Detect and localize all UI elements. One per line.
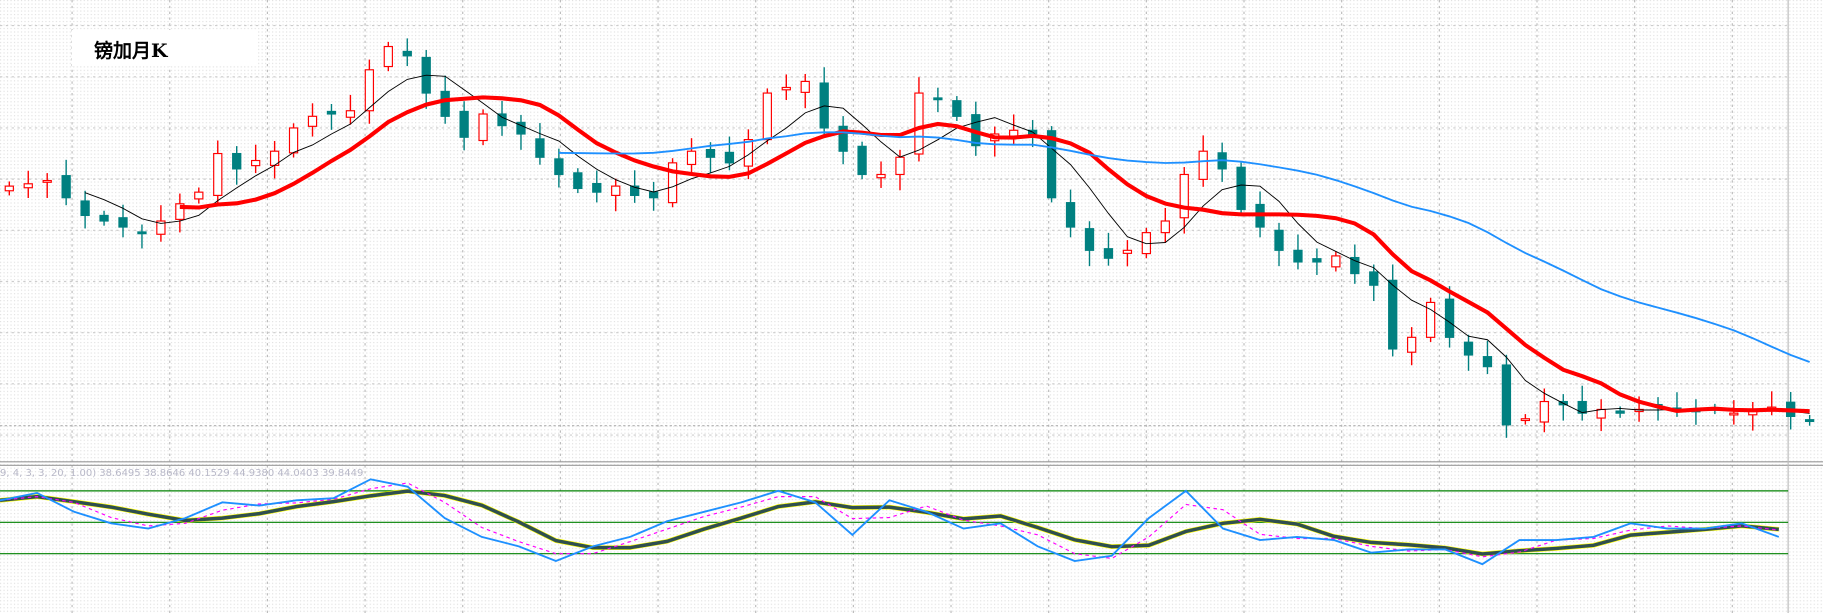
candle-down: [1065, 202, 1076, 228]
candle-up: [1122, 249, 1133, 254]
candle-up: [1596, 408, 1606, 419]
candle-down: [1482, 356, 1493, 368]
candle-up: [686, 150, 697, 166]
candle-down: [648, 191, 659, 199]
candle-up: [762, 92, 772, 141]
candle-down: [1103, 248, 1114, 259]
candle-down: [1369, 271, 1379, 286]
candle-down: [933, 97, 943, 101]
candle-down: [440, 90, 450, 117]
candle-up: [1539, 400, 1549, 423]
candle-down: [326, 110, 337, 115]
candle-up: [345, 110, 356, 118]
candle-down: [497, 113, 507, 127]
candle-down: [1463, 341, 1474, 356]
candle-down: [1444, 298, 1455, 338]
candle-down: [535, 138, 545, 158]
chart-title: 镑加月K: [94, 40, 168, 62]
candle-down: [1084, 228, 1095, 251]
candle-up: [288, 127, 299, 154]
candle-down: [118, 217, 128, 228]
chart-window: 镑加月K 9, 4, 3, 3, 20, 1.00) 38.6495 38.86…: [0, 0, 1823, 613]
candle-up: [1407, 336, 1417, 353]
candle-up: [1179, 173, 1189, 219]
candle-up: [4, 185, 14, 192]
candle-down: [80, 200, 90, 217]
candle-up: [800, 80, 810, 93]
candle-up: [1160, 220, 1170, 234]
indicator-label: 9, 4, 3, 3, 20, 1.00) 38.6495 38.8646 40…: [0, 468, 364, 479]
candle-up: [1331, 255, 1341, 268]
candle-down: [459, 110, 469, 138]
candle-down: [1236, 166, 1246, 210]
candle-down: [402, 50, 412, 57]
candle-down: [857, 145, 867, 176]
candle-down: [1388, 279, 1398, 350]
candle-down: [137, 231, 147, 235]
candle-up: [1729, 412, 1739, 416]
candle-up: [1520, 418, 1531, 422]
candle-down: [61, 175, 71, 199]
candle-down: [1312, 258, 1322, 263]
candle-down: [1350, 256, 1360, 275]
candle-up: [478, 113, 488, 142]
candle-up: [914, 92, 924, 155]
candle-up: [213, 152, 223, 196]
candle-up: [364, 69, 375, 112]
candle-up: [1198, 150, 1208, 180]
grid-background: [0, 0, 1823, 613]
candle-up: [895, 156, 905, 176]
candle-up: [251, 159, 261, 167]
candle-down: [705, 149, 716, 158]
candle-up: [194, 191, 204, 200]
candle-down: [573, 172, 583, 190]
candle-up: [611, 185, 621, 196]
candle-down: [99, 214, 109, 222]
candle-down: [1804, 419, 1815, 423]
candle-up: [781, 86, 791, 91]
candle-up: [23, 183, 33, 189]
candle-up: [42, 179, 52, 183]
candle-down: [554, 158, 564, 176]
candle-up: [383, 45, 393, 68]
candle-down: [952, 100, 962, 117]
candle-down: [1615, 410, 1625, 414]
price-chart[interactable]: [0, 0, 1823, 613]
candle-down: [1501, 364, 1512, 426]
candle-up: [307, 115, 318, 127]
candle-down: [592, 182, 602, 193]
candle-down: [1293, 249, 1303, 263]
candle-down: [1274, 229, 1284, 251]
candle-up: [876, 173, 886, 179]
candle-down: [724, 151, 735, 164]
candle-down: [232, 152, 242, 170]
